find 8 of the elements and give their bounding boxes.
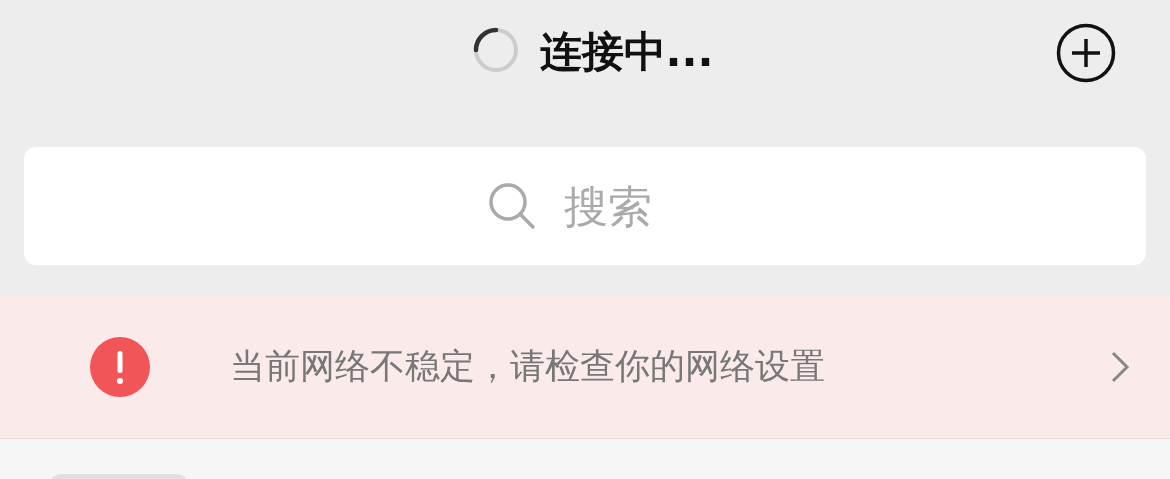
window-title: 连接中... <box>539 26 714 78</box>
network-warning-banner[interactable]: 当前网络不稳定，请检查你的网络设置 <box>0 295 1170 438</box>
search-icon <box>487 181 537 231</box>
warning-icon <box>90 336 150 397</box>
chevron-right-icon <box>1110 349 1130 384</box>
search-field[interactable]: 搜索 <box>24 147 1146 265</box>
add-icon[interactable] <box>1056 23 1116 83</box>
warning-message: 当前网络不稳定，请检查你的网络设置 <box>230 345 826 388</box>
